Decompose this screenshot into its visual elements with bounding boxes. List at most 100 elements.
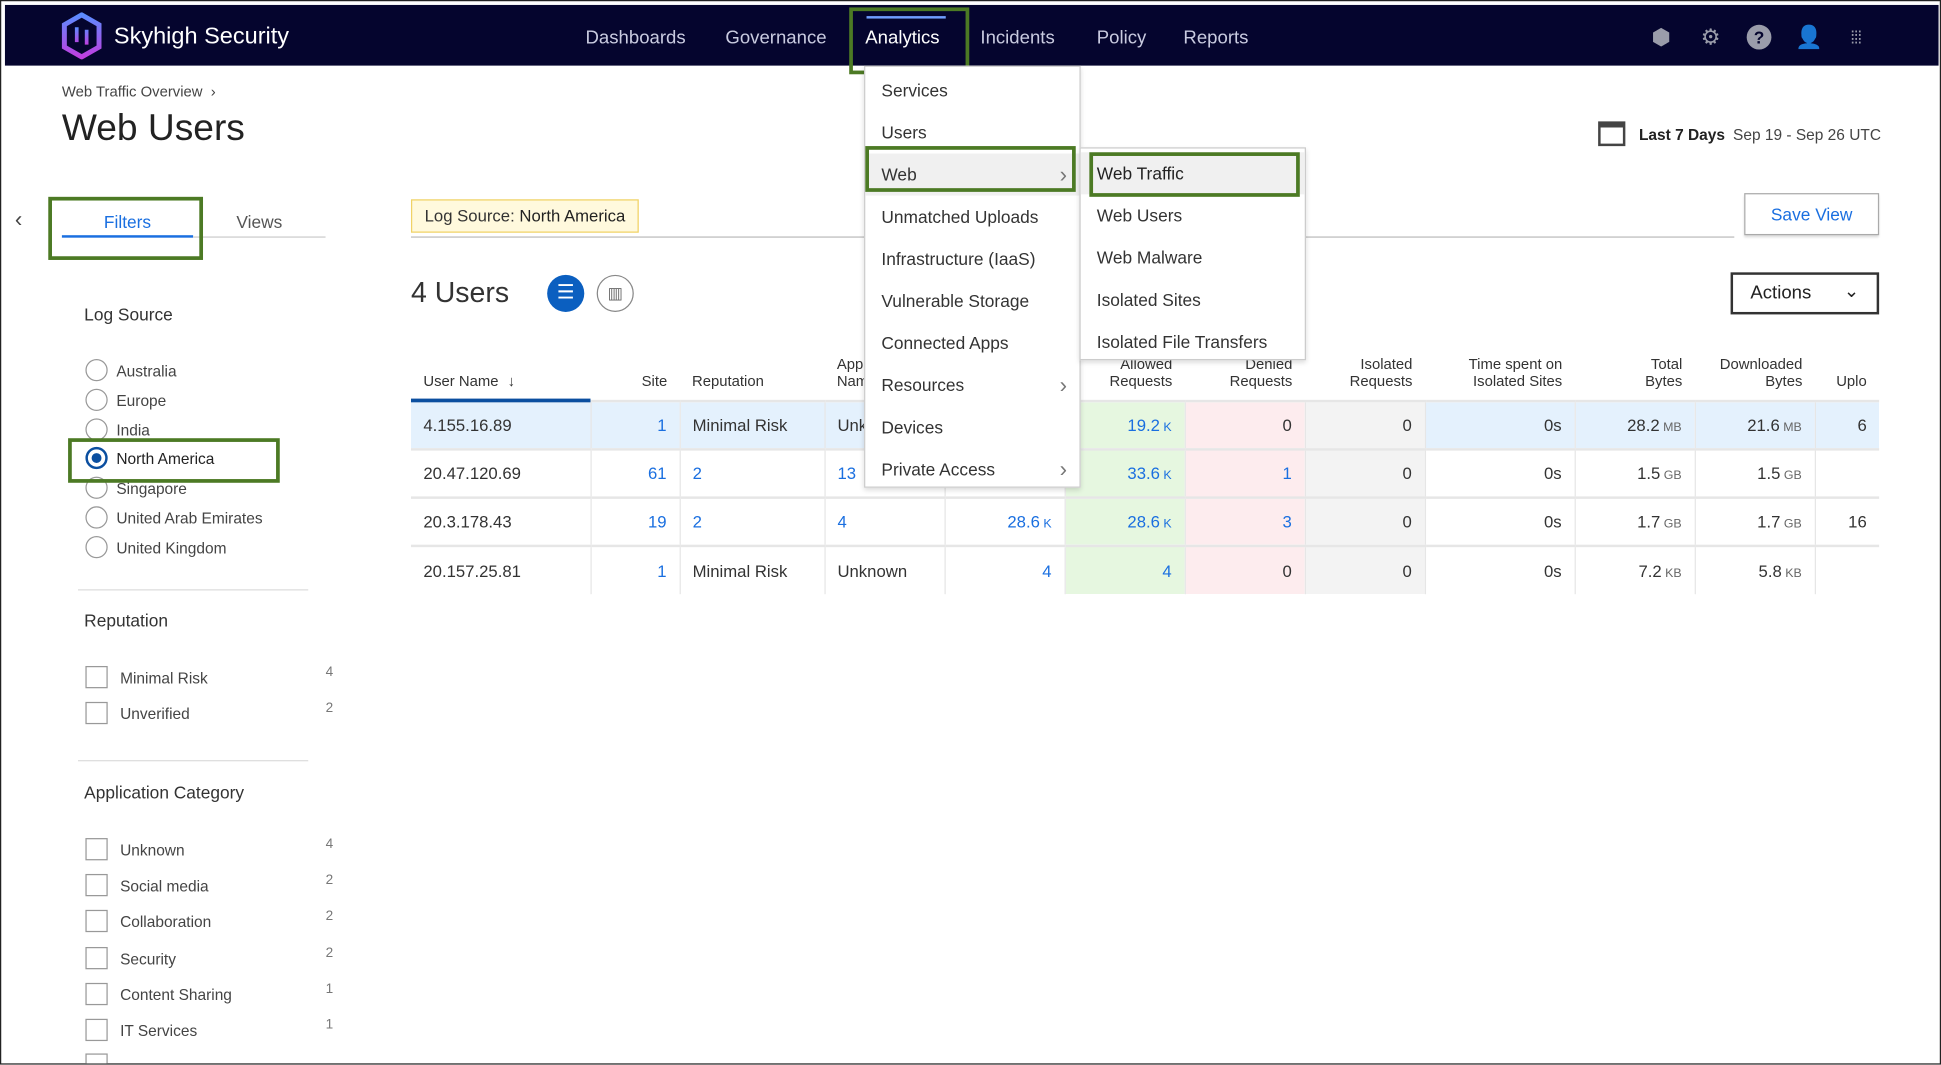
table-cell: 0 (1304, 399, 1426, 450)
checkbox[interactable] (85, 982, 108, 1005)
menu-item-label: Vulnerable Storage (881, 290, 1030, 311)
column-header[interactable]: Total Bytes (1575, 354, 1695, 401)
table-row[interactable]: 20.157.25.81 1 Minimal Risk Unknown 4 4 0 0 0s 7.… (410, 544, 1880, 595)
collapse-panel-chevron-icon[interactable]: ‹ (15, 207, 22, 233)
table-cell: 20.157.25.81 (410, 544, 592, 595)
breadcrumb[interactable]: Web Traffic Overview › (62, 83, 216, 100)
submenu-item-label: Isolated Sites (1096, 289, 1201, 310)
actions-button[interactable]: Actions ⌄ (1730, 272, 1880, 315)
checkbox[interactable] (85, 702, 108, 725)
gear-icon[interactable]: ⚙ (1698, 25, 1723, 50)
radio-europe[interactable] (85, 388, 108, 411)
nav-reports[interactable]: Reports (1183, 27, 1248, 48)
column-header[interactable]: Reputation (680, 354, 825, 401)
table-cell (1814, 448, 1880, 498)
filter-chip[interactable]: Log Source: North America (410, 199, 639, 233)
table-row[interactable]: 4.155.16.891Minimal RiskUnknown19.2 K000… (410, 399, 1880, 450)
table-cell[interactable]: 28.6 K (944, 496, 1066, 546)
nav-dashboards[interactable]: Dashboards (586, 27, 686, 48)
brand-name[interactable]: Skyhigh Security (114, 24, 289, 51)
menu-item-connected-apps[interactable]: Connected Apps (865, 322, 1079, 364)
web-highlight-box (865, 146, 1076, 192)
menu-item-resources[interactable]: Resources › (865, 364, 1079, 406)
submenu-item-web-users[interactable]: Web Users (1081, 194, 1305, 236)
breadcrumb-link[interactable]: Web Traffic Overview (62, 83, 203, 100)
table-cell[interactable]: 4 (944, 544, 1066, 595)
user-icon[interactable]: 👤 (1795, 25, 1823, 50)
submenu-item-label: Isolated File Transfers (1096, 331, 1268, 352)
checkbox[interactable] (85, 665, 108, 689)
nav-governance[interactable]: Governance (725, 27, 826, 48)
user-count: 4 Users (410, 276, 510, 309)
menu-item-infrastructure-iaas-[interactable]: Infrastructure (IaaS) (865, 238, 1079, 280)
table-cell[interactable]: 1 (1184, 448, 1306, 498)
shield-icon[interactable]: ⬢ (1649, 25, 1674, 50)
table-cell: 4.155.16.89 (410, 399, 592, 450)
radio-united-arab-emirates[interactable] (85, 506, 108, 529)
checkbox[interactable] (85, 838, 108, 861)
checkbox[interactable] (85, 1018, 108, 1042)
table-cell[interactable]: 4 (1064, 544, 1186, 595)
checkbox[interactable] (85, 1053, 108, 1064)
submenu-item-isolated-sites[interactable]: Isolated Sites (1081, 279, 1305, 321)
table-cell[interactable]: 1 (590, 544, 681, 595)
table-row[interactable]: 20.47.120.69 61 2 13 33.6 K 1 0 0s 1.5 GB 1.5 GB (410, 448, 1880, 498)
chevron-right-icon: › (1059, 456, 1068, 482)
checkbox[interactable] (85, 910, 108, 933)
menu-item-private-access[interactable]: Private Access › (865, 448, 1079, 490)
sort-arrow-icon[interactable]: ↓ (503, 373, 515, 390)
menu-item-label: Connected Apps (881, 332, 1009, 353)
table-cell[interactable]: 61 (590, 448, 681, 498)
table-cell[interactable]: 33.6 K (1064, 448, 1186, 498)
apps-grid-icon[interactable]: ⁞⁞⁞ (1843, 25, 1868, 50)
radio-label: United Kingdom (116, 539, 227, 557)
table-cell: 1.7 GB (1694, 496, 1816, 546)
checkbox[interactable] (85, 874, 108, 897)
column-header[interactable]: Uplo (1815, 354, 1879, 401)
column-header[interactable]: Downloaded Bytes (1695, 354, 1815, 401)
log-source-heading: Log Source (84, 304, 173, 325)
menu-item-devices[interactable]: Devices (865, 406, 1079, 448)
column-header[interactable]: Isolated Requests (1305, 354, 1425, 401)
radio-united-kingdom[interactable] (85, 535, 108, 559)
app-window: Skyhigh Security Dashboards Governance A… (0, 0, 1941, 1065)
table-cell[interactable]: 19 (590, 496, 681, 546)
table-cell: 5.8 KB (1694, 544, 1816, 595)
submenu-item-web-malware[interactable]: Web Malware (1081, 236, 1305, 278)
table-cell: 0s (1424, 496, 1576, 546)
top-nav-bar: Skyhigh Security Dashboards Governance A… (4, 4, 1939, 66)
radio-label: United Arab Emirates (116, 510, 263, 528)
checkbox[interactable] (85, 946, 108, 969)
tab-views[interactable]: Views (193, 212, 325, 232)
table-cell[interactable]: 2 (679, 496, 826, 546)
nav-incidents[interactable]: Incidents (980, 27, 1054, 48)
submenu-item-isolated-file-transfers[interactable]: Isolated File Transfers (1081, 321, 1305, 363)
divider (77, 589, 309, 591)
menu-item-label: Users (881, 122, 927, 143)
menu-item-vulnerable-storage[interactable]: Vulnerable Storage (865, 280, 1079, 322)
date-range-label[interactable]: Last 7 Days (1639, 126, 1725, 143)
table-cell[interactable]: 1 (590, 399, 681, 450)
table-cell[interactable]: 28.6 K (1064, 496, 1186, 546)
column-header[interactable]: Site (590, 354, 679, 401)
help-icon[interactable]: ? (1746, 24, 1772, 50)
menu-item-unmatched-uploads[interactable]: Unmatched Uploads (865, 196, 1079, 238)
column-header[interactable]: User Name ↓ (411, 354, 590, 401)
table-cell[interactable]: 3 (1184, 496, 1306, 546)
calendar-icon[interactable] (1598, 121, 1626, 147)
reputation-heading: Reputation (84, 610, 169, 631)
menu-item-services[interactable]: Services (865, 69, 1079, 111)
table-cell[interactable]: 4 (824, 496, 946, 546)
table-cell: 0 (1184, 544, 1306, 595)
save-view-button[interactable]: Save View (1744, 193, 1880, 236)
table-row[interactable]: 20.3.178.43 19 2 4 28.6 K 28.6 K 3 0 0s 1.7 GB 1.7… (410, 496, 1880, 546)
table-cell[interactable]: 19.2 K (1064, 399, 1186, 450)
radio-australia[interactable] (85, 358, 108, 382)
nav-policy[interactable]: Policy (1097, 27, 1147, 48)
radio-india[interactable] (85, 417, 108, 441)
table-cell[interactable]: 2 (679, 448, 826, 498)
column-header[interactable]: Time spent on Isolated Sites (1425, 354, 1575, 401)
chart-view-icon[interactable]: ▥ (596, 274, 634, 312)
list-view-icon[interactable]: ☰ (547, 274, 585, 312)
actions-label: Actions (1750, 282, 1812, 304)
